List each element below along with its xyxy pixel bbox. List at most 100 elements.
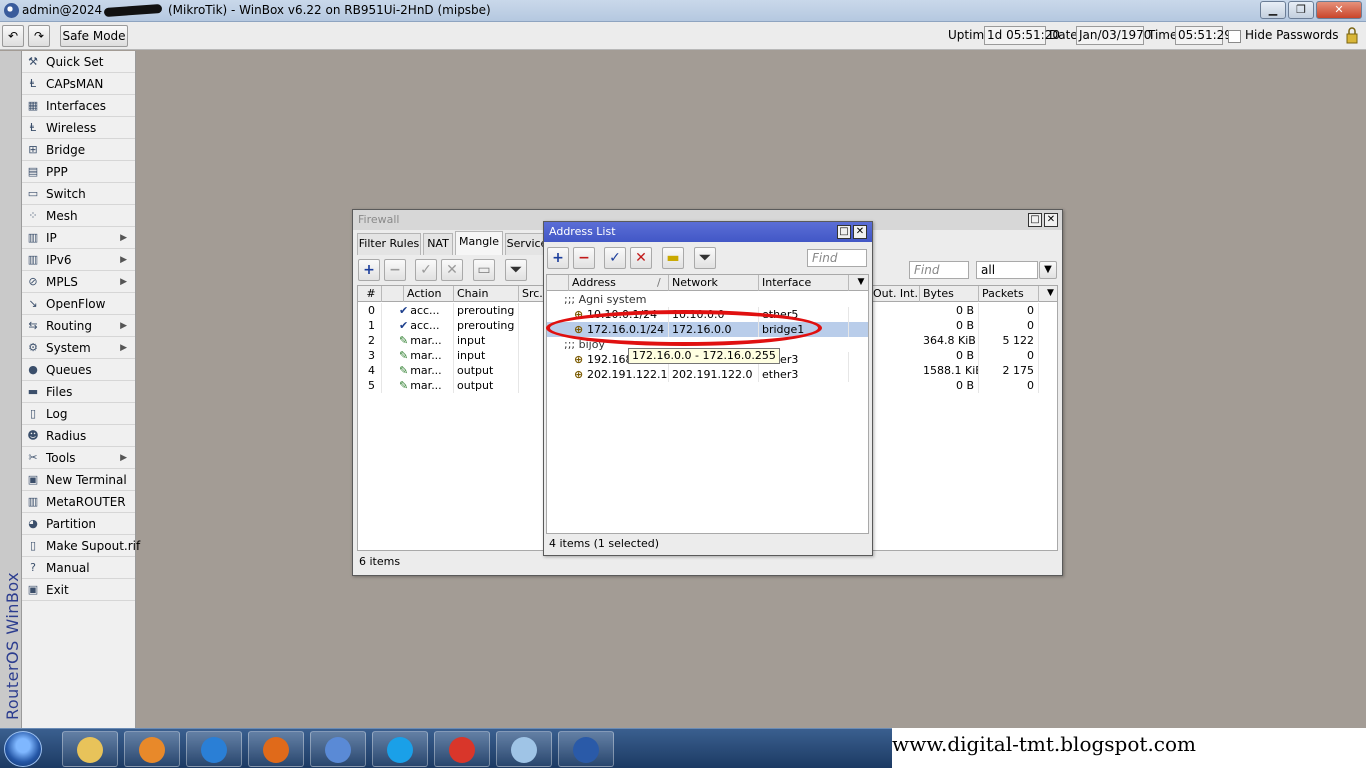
tab-filter-rules[interactable]: Filter Rules (357, 233, 421, 255)
safe-mode-button[interactable]: Safe Mode (60, 25, 128, 47)
tab-nat[interactable]: NAT (423, 233, 453, 255)
taskbar-app-button[interactable] (496, 731, 552, 767)
sidebar-item-system[interactable]: ⚙ System ▶ (22, 337, 135, 359)
col-flags[interactable] (382, 286, 404, 302)
sidebar-item-manual[interactable]: ? Manual (22, 557, 135, 579)
redo-button[interactable]: ↷ (28, 25, 50, 47)
x-icon: ✕ (635, 250, 647, 266)
addr-comment-button[interactable]: ▬ (662, 247, 684, 269)
window-title-bar: admin@2024 (MikroTik) - WinBox v6.22 on … (0, 0, 1366, 22)
sidebar-item-routing[interactable]: ⇆ Routing ▶ (22, 315, 135, 337)
col-flags[interactable] (547, 275, 569, 291)
address-list-window: Address List □ ✕ + − ✓ ✕ ▬ ⏷ Find Addres… (543, 221, 873, 556)
taskbar-app-button[interactable] (372, 731, 428, 767)
fw-filter-dropdown[interactable]: ▼ (1039, 261, 1057, 279)
sidebar-item-ppp[interactable]: ▤ PPP (22, 161, 135, 183)
address-list-title: Address List (544, 222, 872, 242)
sidebar-item-label: Quick Set (46, 55, 104, 69)
fw-enable-button[interactable]: ✓ (415, 259, 437, 281)
fw-remove-button[interactable]: − (384, 259, 406, 281)
row-number: 5 (358, 378, 382, 393)
sidebar-item-label: IPv6 (46, 253, 72, 267)
row-bytes: 0 B (920, 318, 979, 333)
comment-row[interactable]: ;;; Agni system (547, 292, 868, 307)
start-button[interactable] (4, 731, 42, 767)
taskbar-app-button[interactable] (248, 731, 304, 767)
sidebar-item-label: Wireless (46, 121, 97, 135)
uptime-value: 1d 05:51:20 (984, 26, 1060, 45)
sidebar-item-switch[interactable]: ▭ Switch (22, 183, 135, 205)
sidebar-item-quick-set[interactable]: ⚒ Quick Set (22, 51, 135, 73)
time-value: 05:51:29 (1175, 26, 1232, 45)
firewall-maximize-button[interactable]: □ (1028, 213, 1042, 227)
taskbar-app-button[interactable] (310, 731, 366, 767)
sidebar-item-openflow[interactable]: ↘ OpenFlow (22, 293, 135, 315)
taskbar-app-button[interactable] (124, 731, 180, 767)
sidebar-item-radius[interactable]: ☻ Radius (22, 425, 135, 447)
col-action[interactable]: Action (404, 286, 454, 302)
addr-remove-button[interactable]: − (573, 247, 595, 269)
columns-dropdown[interactable]: ▼ (849, 275, 868, 291)
col-network[interactable]: Network (669, 275, 759, 291)
hide-passwords-checkbox[interactable] (1228, 30, 1241, 43)
sidebar-item-ipv6[interactable]: ▥ IPv6 ▶ (22, 249, 135, 271)
table-row[interactable]: ⊕ 202.191.122.1... 202.191.122.0 ether3 (547, 367, 868, 382)
addr-maximize-button[interactable]: □ (837, 225, 851, 239)
sidebar-item-label: Tools (46, 451, 76, 465)
sidebar-item-new-terminal[interactable]: ▣ New Terminal (22, 469, 135, 491)
tab-mangle[interactable]: Mangle (455, 231, 503, 255)
sidebar-item-interfaces[interactable]: ▦ Interfaces (22, 95, 135, 117)
addr-enable-button[interactable]: ✓ (604, 247, 626, 269)
fw-filter-select[interactable]: all (976, 261, 1038, 279)
col-address[interactable]: Address / (569, 275, 669, 291)
sidebar-item-mesh[interactable]: ⁘ Mesh (22, 205, 135, 227)
quick-set-icon: ⚒ (28, 55, 38, 68)
addr-filter-button[interactable]: ⏷ (694, 247, 716, 269)
sidebar-item-label: System (46, 341, 91, 355)
addr-close-button[interactable]: ✕ (853, 225, 867, 239)
col-out-int[interactable]: Out. Int... (870, 286, 920, 302)
fw-disable-button[interactable]: ✕ (441, 259, 463, 281)
fw-add-button[interactable]: + (358, 259, 380, 281)
taskbar-app-button[interactable] (62, 731, 118, 767)
sidebar-item-bridge[interactable]: ⊞ Bridge (22, 139, 135, 161)
fw-comment-button[interactable]: ▭ (473, 259, 495, 281)
col-num[interactable]: # (358, 286, 382, 302)
columns-dropdown[interactable]: ▼ (1039, 286, 1057, 302)
sidebar-item-metarouter[interactable]: ▥ MetaROUTER (22, 491, 135, 513)
close-button[interactable]: ✕ (1316, 1, 1362, 19)
sidebar-item-files[interactable]: ▬ Files (22, 381, 135, 403)
sidebar-item-ip[interactable]: ▥ IP ▶ (22, 227, 135, 249)
sidebar-item-exit[interactable]: ▣ Exit (22, 579, 135, 601)
col-packets[interactable]: Packets (979, 286, 1039, 302)
sidebar-item-queues[interactable]: ● Queues (22, 359, 135, 381)
fw-find-input[interactable]: Find (909, 261, 969, 279)
addr-add-button[interactable]: + (547, 247, 569, 269)
watermark-text: www.digital-tmt.blogspot.com (892, 732, 1197, 756)
fw-filter-button[interactable]: ⏷ (505, 259, 527, 281)
maximize-button[interactable]: ❐ (1288, 1, 1314, 19)
row-chain: input (454, 348, 519, 363)
sidebar-item-wireless[interactable]: Ⱡ Wireless (22, 117, 135, 139)
sidebar-item-capsman[interactable]: Ⱡ CAPsMAN (22, 73, 135, 95)
undo-button[interactable]: ↶ (2, 25, 24, 47)
minimize-button[interactable]: ▁ (1260, 1, 1286, 19)
interfaces-icon: ▦ (27, 99, 39, 112)
col-chain[interactable]: Chain (454, 286, 519, 302)
sidebar-item-label: Manual (46, 561, 90, 575)
addr-disable-button[interactable]: ✕ (630, 247, 652, 269)
sidebar-item-mpls[interactable]: ⊘ MPLS ▶ (22, 271, 135, 293)
col-interface[interactable]: Interface (759, 275, 849, 291)
addr-find-input[interactable]: Find (807, 249, 867, 267)
sidebar-item-partition[interactable]: ◕ Partition (22, 513, 135, 535)
col-bytes[interactable]: Bytes (920, 286, 979, 302)
sidebar-item-label: Mesh (46, 209, 78, 223)
sidebar-item-tools[interactable]: ✂ Tools ▶ (22, 447, 135, 469)
taskbar-app-button[interactable] (434, 731, 490, 767)
taskbar-app-button[interactable] (558, 731, 614, 767)
taskbar-app-button[interactable] (186, 731, 242, 767)
firewall-close-button[interactable]: ✕ (1044, 213, 1058, 227)
sidebar-item-make-supout-rif[interactable]: ▯ Make Supout.rif (22, 535, 140, 557)
chevron-right-icon: ▶ (120, 453, 127, 463)
sidebar-item-log[interactable]: ▯ Log (22, 403, 135, 425)
